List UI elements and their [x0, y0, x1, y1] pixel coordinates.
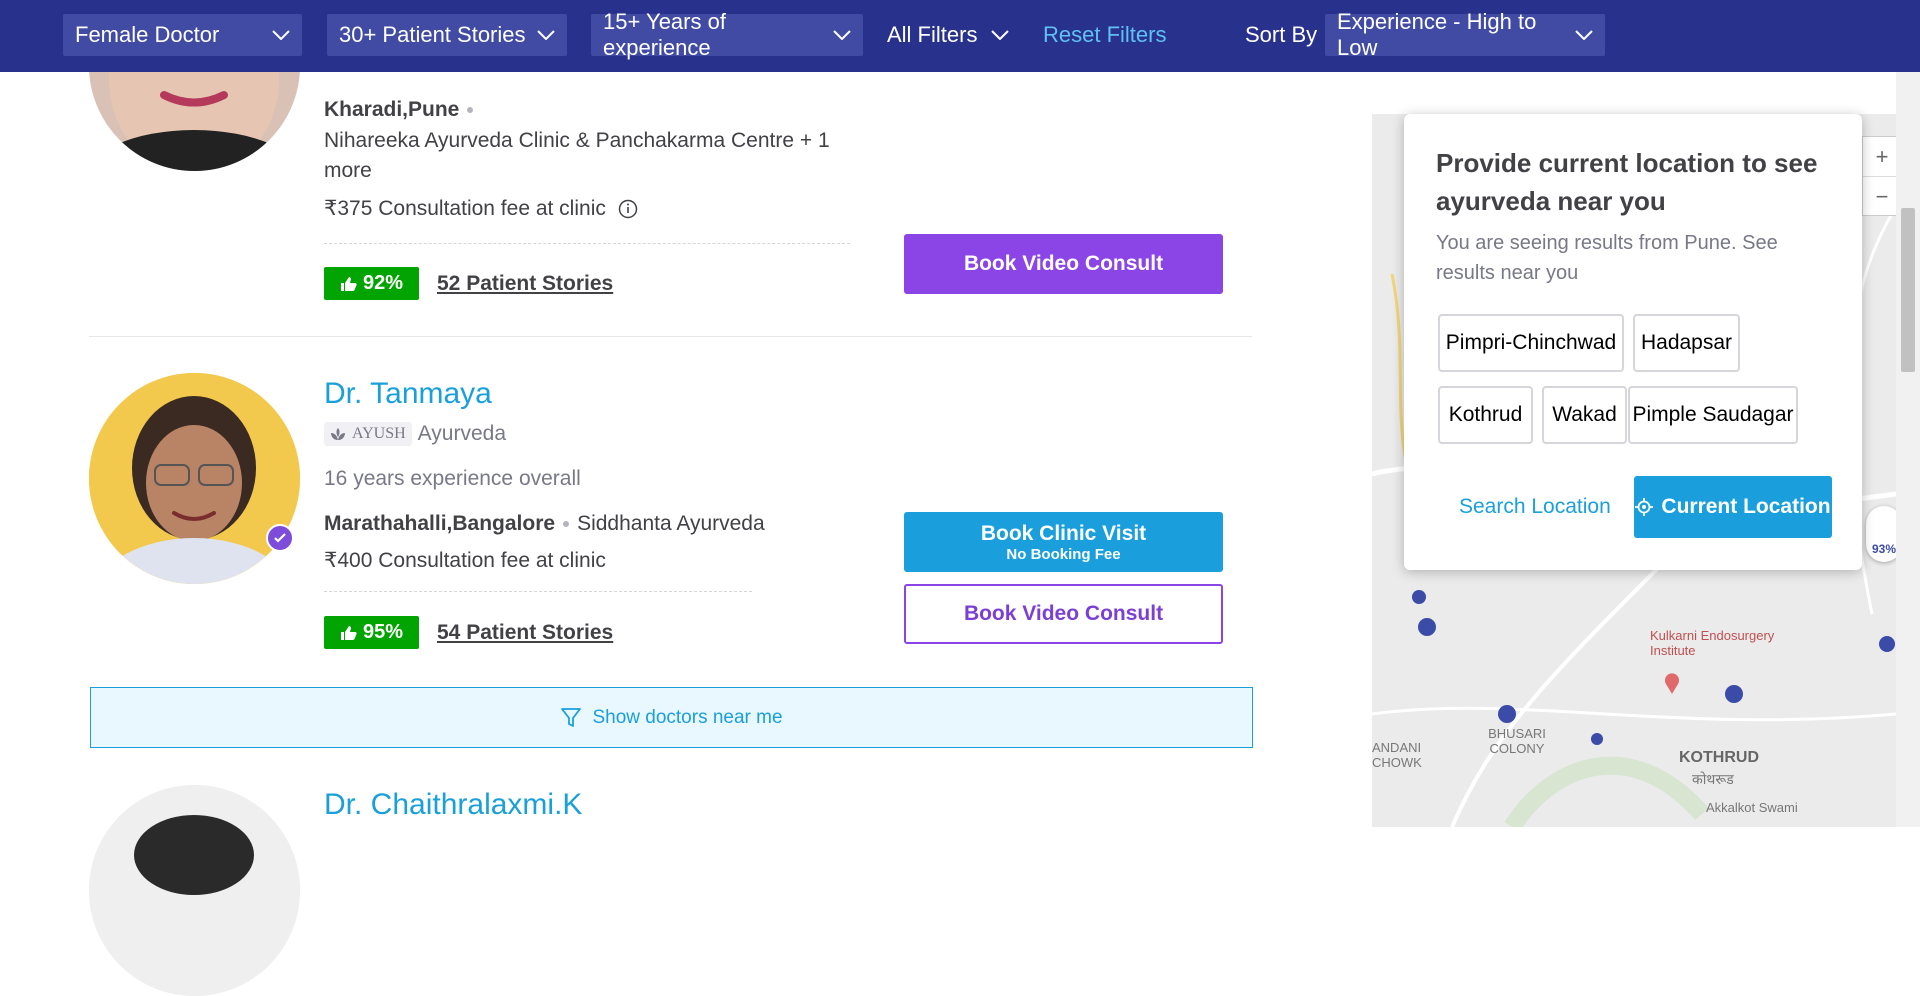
doctor-avatar[interactable]	[89, 785, 300, 996]
location-chip-pimpri-chinchwad[interactable]: Pimpri-Chinchwad	[1438, 314, 1624, 372]
search-location-link[interactable]: Search Location	[1459, 476, 1611, 538]
divider	[324, 591, 752, 592]
ayush-leaf-icon	[330, 427, 346, 441]
doctor-clinic[interactable]: Siddhanta Ayurveda	[577, 512, 765, 535]
chevron-down-icon	[991, 30, 1010, 40]
doctor-divider	[89, 336, 1252, 337]
divider	[324, 243, 850, 244]
book-video-consult-button[interactable]: Book Video Consult	[904, 234, 1223, 294]
page-scrollbar[interactable]	[1896, 72, 1920, 827]
doctor-name[interactable]: Dr. Tanmaya	[324, 377, 492, 411]
patient-stories-link[interactable]: 52 Patient Stories	[437, 272, 613, 296]
map-label-kothrud-marathi: कोथरूड	[1692, 771, 1734, 787]
map-label-akkalkot: Akkalkot Swami	[1706, 800, 1798, 815]
location-chip-kothrud[interactable]: Kothrud	[1438, 386, 1533, 444]
sort-dropdown[interactable]: Experience - High to Low	[1325, 9, 1605, 60]
experience-filter-label: 15+ Years of experience	[603, 9, 726, 60]
popup-title: Provide current location to see ayurveda…	[1436, 148, 1818, 216]
map-marker-badge[interactable]: 93%	[1866, 506, 1896, 562]
book-clinic-visit-button[interactable]: Book Clinic Visit No Booking Fee	[904, 512, 1223, 572]
ayush-badge: AYUSH	[324, 422, 412, 446]
chevron-down-icon	[833, 30, 851, 40]
map-label-andani: ANDANI CHOWK	[1372, 740, 1422, 770]
scrollbar-thumb[interactable]	[1901, 208, 1915, 372]
sort-by-label: Sort By	[1245, 22, 1318, 47]
all-filters-dropdown[interactable]: All Filters	[887, 14, 1010, 56]
gender-filter-label: Female Doctor	[75, 22, 220, 47]
chevron-down-icon	[272, 30, 290, 40]
thumbs-up-icon	[340, 276, 357, 292]
thumbs-up-icon	[340, 625, 357, 641]
current-location-button[interactable]: Current Location	[1634, 476, 1832, 538]
map-label-bhusari: BHUSARI COLONY	[1488, 726, 1546, 756]
sort-value-label: Experience - High to Low	[1337, 9, 1537, 60]
patient-stories-filter-label: 30+ Patient Stories	[339, 22, 526, 47]
patient-stories-filter-dropdown[interactable]: 30+ Patient Stories	[327, 14, 567, 56]
consultation-fee: ₹400 Consultation fee at clinic	[324, 549, 606, 572]
map-badge-text: 93%	[1871, 542, 1896, 556]
experience-filter-dropdown[interactable]: 15+ Years of experience	[591, 9, 863, 60]
popup-subtitle: You are seeing results from Pune. See re…	[1436, 232, 1778, 284]
doctor-location: Marathahalli,Bangalore Siddhanta Ayurveda	[324, 512, 765, 535]
verified-icon	[266, 524, 294, 552]
doctor-avatar[interactable]	[89, 373, 300, 584]
zoom-out-button[interactable]: −	[1863, 177, 1896, 216]
chevron-down-icon	[537, 30, 555, 40]
all-filters-label: All Filters	[887, 22, 978, 47]
recommend-badge: 92%	[324, 267, 419, 300]
info-icon[interactable]	[618, 199, 638, 219]
show-doctors-near-me-button[interactable]: Show doctors near me	[90, 687, 1253, 748]
map-label-kothrud: KOTHRUD	[1679, 749, 1759, 766]
zoom-in-button[interactable]: +	[1863, 137, 1896, 177]
gender-filter-dropdown[interactable]: Female Doctor	[63, 14, 302, 56]
location-chip-wakad[interactable]: Wakad	[1542, 386, 1627, 444]
no-booking-fee-label: No Booking Fee	[1006, 545, 1121, 563]
doctor-clinic[interactable]: Nihareeka Ayurveda Clinic & Panchakarma …	[324, 126, 844, 186]
location-chip-hadapsar[interactable]: Hadapsar	[1633, 314, 1740, 372]
consultation-fee: ₹375 Consultation fee at clinic	[324, 196, 638, 221]
reset-filters-link[interactable]: Reset Filters	[1043, 14, 1166, 56]
ayush-specialty: AYUSH Ayurveda	[324, 422, 506, 446]
patient-stories-link[interactable]: 54 Patient Stories	[437, 621, 613, 645]
book-clinic-visit-label: Book Clinic Visit	[980, 521, 1147, 545]
book-video-consult-button[interactable]: Book Video Consult	[904, 584, 1223, 644]
location-popup: Provide current location to see ayurveda…	[1404, 114, 1862, 570]
filter-icon	[560, 707, 582, 729]
map-zoom-control: + −	[1862, 136, 1896, 216]
doctor-experience: 16 years experience overall	[324, 467, 581, 490]
chevron-down-icon	[1575, 30, 1593, 40]
locate-icon	[1635, 498, 1654, 516]
filter-bar: Female Doctor 30+ Patient Stories 15+ Ye…	[0, 0, 1920, 72]
location-chip-pimple-saudagar[interactable]: Pimple Saudagar	[1628, 386, 1798, 444]
doctor-name[interactable]: Dr. Chaithralaxmi.K	[324, 788, 582, 822]
doctor-location: Kharadi,Pune	[324, 98, 481, 122]
recommend-badge: 95%	[324, 616, 419, 649]
map-label-kulkarni: Kulkarni Endosurgery Institute	[1650, 628, 1775, 658]
